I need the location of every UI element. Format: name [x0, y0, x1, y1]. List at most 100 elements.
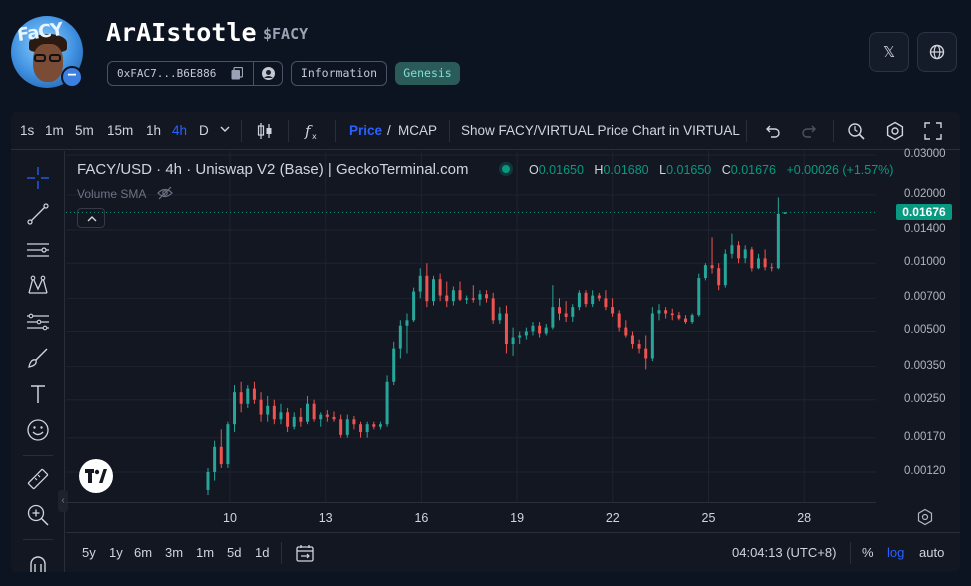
candle-body [604, 298, 608, 308]
candle-body [438, 279, 442, 296]
block-explorer-icon[interactable] [261, 66, 276, 81]
interval-15m[interactable]: 15m [107, 123, 133, 138]
candle-body [339, 419, 343, 435]
candle-body [743, 249, 747, 259]
x-social-button[interactable]: 𝕏 [869, 32, 909, 72]
interval-1s[interactable]: 1s [20, 123, 34, 138]
candle-body [584, 292, 588, 305]
token-header: FaCY − ArAIstotle $FACY 0xFAC7...B6E886 … [0, 0, 971, 110]
magnet-icon[interactable] [25, 551, 51, 572]
candle-body [737, 245, 741, 259]
undo-icon[interactable] [762, 121, 782, 141]
copy-icon[interactable] [231, 67, 243, 80]
candle-body [624, 327, 628, 336]
prediction-tool-icon[interactable] [25, 309, 51, 335]
time-axis-label: 25 [701, 511, 716, 525]
candle-body [571, 307, 575, 317]
candle-body [558, 307, 562, 314]
candle-body [252, 388, 256, 400]
interval-1m[interactable]: 1m [45, 123, 64, 138]
candle [219, 429, 223, 468]
text-tool-icon[interactable] [25, 381, 51, 407]
pattern-tool-icon[interactable] [25, 273, 51, 299]
interval-d[interactable]: D [199, 123, 209, 138]
zoom-in-icon[interactable] [25, 502, 51, 528]
candle [730, 233, 734, 259]
chart-pane[interactable]: FACY/USD · 4h · Uniswap V2 (Base) | Geck… [66, 151, 893, 502]
candle [451, 286, 455, 306]
mcap-toggle[interactable]: MCAP [398, 123, 437, 138]
volume-sma-label[interactable]: Volume SMA [77, 187, 146, 201]
range-3m[interactable]: 3m [165, 545, 183, 560]
ohlc-open-label: O [529, 163, 539, 177]
candle [770, 263, 774, 272]
candle [518, 331, 522, 345]
redo-icon[interactable] [800, 121, 820, 141]
candle [577, 290, 581, 311]
website-button[interactable] [917, 32, 957, 72]
settings-gear-icon[interactable] [885, 121, 905, 141]
candle-body [551, 307, 555, 328]
contract-address-pill[interactable]: 0xFAC7...B6E886 [107, 61, 283, 86]
range-5y[interactable]: 5y [82, 545, 96, 560]
price-axis[interactable]: 0.01676 0.03000 0.02000 0.01400 0.01000 0.00… [876, 148, 960, 502]
tradingview-logo[interactable] [79, 459, 113, 493]
candle [398, 320, 402, 359]
emoji-icon[interactable] [25, 417, 51, 443]
candle-body [312, 403, 316, 420]
candle-body [319, 414, 323, 420]
horizontal-lines-icon[interactable] [25, 237, 51, 263]
log-scale-toggle[interactable]: log [887, 545, 904, 560]
range-1d[interactable]: 1d [255, 545, 269, 560]
chevron-down-icon[interactable] [218, 122, 232, 136]
range-5d[interactable]: 5d [227, 545, 241, 560]
fullscreen-icon[interactable] [923, 121, 943, 141]
range-1y[interactable]: 1y [109, 545, 123, 560]
candle-body [717, 268, 721, 286]
time-axis[interactable]: 10 13 16 19 22 25 28 [66, 502, 876, 532]
candle-body [458, 290, 462, 300]
range-6m[interactable]: 6m [134, 545, 152, 560]
percent-scale-toggle[interactable]: % [862, 545, 874, 560]
candle-body [299, 416, 303, 422]
timezone-clock[interactable]: 04:04:13 (UTC+8) [732, 545, 836, 560]
axis-settings-icon[interactable] [916, 508, 934, 526]
candle [365, 421, 369, 438]
price-toggle[interactable]: Price [349, 123, 382, 138]
candle [478, 290, 482, 306]
information-button[interactable]: Information [291, 61, 387, 86]
interval-1h[interactable]: 1h [146, 123, 161, 138]
candle-body [405, 320, 409, 326]
candle [756, 253, 760, 270]
interval-4h[interactable]: 4h [172, 123, 187, 138]
candle [697, 273, 701, 317]
candle [690, 313, 694, 324]
token-name: ArAIstotle [106, 18, 257, 47]
candle-body [239, 392, 243, 404]
candle [544, 323, 548, 336]
ohlc-high-value: 0.01680 [603, 163, 649, 177]
range-1m[interactable]: 1m [196, 545, 214, 560]
candle [206, 467, 210, 496]
candle [650, 307, 654, 362]
eye-hidden-icon[interactable] [157, 186, 173, 200]
auto-scale-toggle[interactable]: auto [919, 545, 944, 560]
candle-body [478, 294, 482, 300]
candles-style-icon[interactable] [255, 121, 275, 141]
candle-body [365, 424, 369, 433]
interval-5m[interactable]: 5m [75, 123, 94, 138]
brush-icon[interactable] [25, 345, 51, 371]
ruler-icon[interactable] [25, 466, 51, 492]
quick-search-icon[interactable] [846, 121, 866, 141]
collapse-legend-button[interactable] [77, 208, 105, 228]
trend-line-icon[interactable] [25, 201, 51, 227]
candle-body [233, 392, 237, 425]
date-range-icon[interactable] [295, 543, 315, 563]
candle [604, 290, 608, 311]
crosshair-icon[interactable] [25, 165, 51, 191]
candlestick-chart[interactable] [66, 151, 876, 502]
genesis-badge: Genesis [395, 62, 460, 85]
show-virtual-pair-button[interactable]: Show FACY/VIRTUAL Price Chart in VIRTUAL [461, 123, 740, 138]
indicators-fx-icon[interactable]: f x [302, 121, 322, 141]
candle [584, 290, 588, 308]
